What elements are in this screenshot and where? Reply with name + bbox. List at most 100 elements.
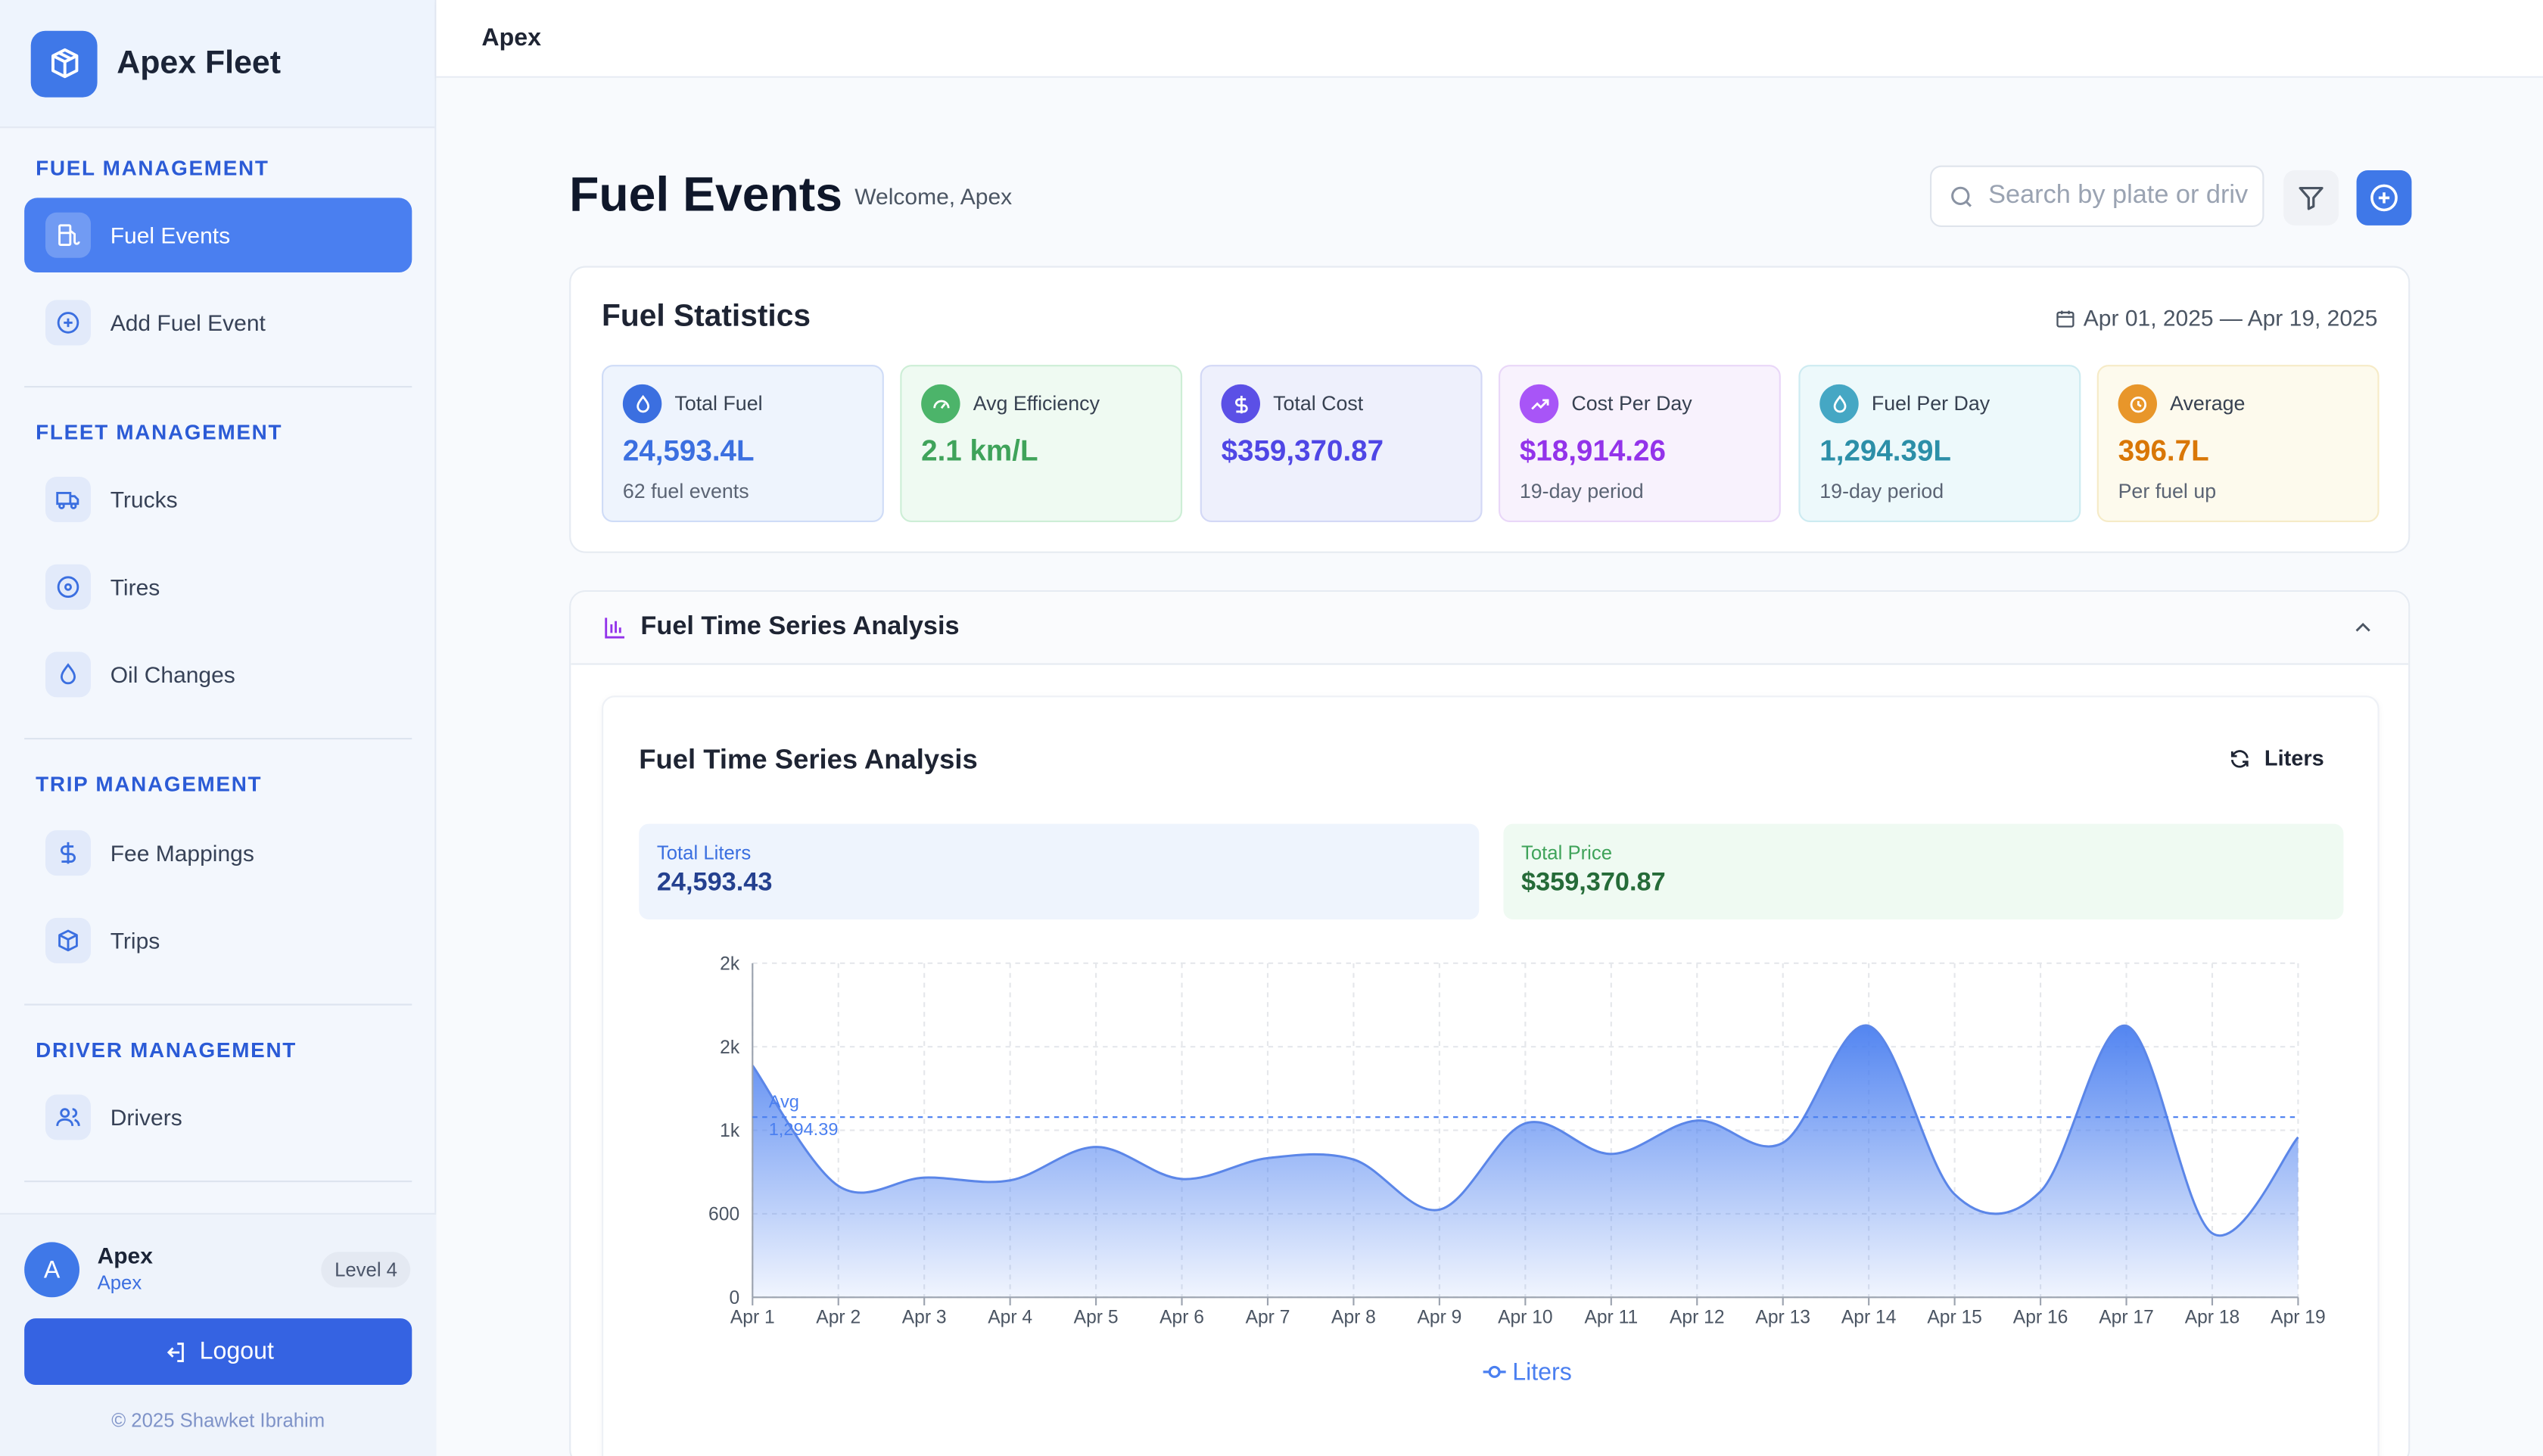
droplet-icon	[45, 652, 91, 698]
section-title: Fuel Time Series Analysis	[640, 613, 960, 641]
unit-toggle-label: Liters	[2264, 745, 2324, 770]
stat-value: $359,370.87	[1221, 434, 1384, 468]
x-tick-label: Apr 9	[1417, 1308, 1461, 1328]
filter-icon	[2299, 186, 2324, 210]
x-tick-label: Apr 16	[2013, 1308, 2068, 1328]
chart-title: Fuel Time Series Analysis	[639, 744, 978, 776]
total-price-label: Total Price	[1521, 842, 1613, 865]
stat-tile-total-cost: Total Cost $359,370.87	[1200, 365, 1483, 522]
average-value-label: 1,294.39	[769, 1119, 839, 1139]
trending-up-icon	[1519, 384, 1559, 424]
stat-tile-total-fuel: Total Fuel 24,593.4L 62 fuel events	[602, 365, 884, 522]
brand[interactable]: Apex Fleet	[0, 0, 435, 129]
search-box[interactable]	[1930, 165, 2264, 227]
sidebar-item-label: Trips	[110, 927, 160, 954]
copyright: © 2025 Shawket Ibrahim	[111, 1409, 325, 1433]
user-name: Apex	[97, 1242, 153, 1268]
plus-circle-icon	[2370, 184, 2398, 212]
droplet-icon	[1819, 384, 1859, 424]
unit-toggle-button[interactable]: Liters	[2229, 746, 2324, 770]
stat-value: 24,593.4L	[622, 434, 755, 468]
divider	[24, 1003, 412, 1006]
welcome-text: Welcome, Apex	[854, 183, 1013, 210]
droplet-icon	[622, 384, 662, 424]
gauge-icon	[921, 384, 960, 424]
disc-icon	[45, 564, 91, 610]
chevron-up-icon[interactable]	[2350, 614, 2376, 640]
search-input[interactable]	[1988, 182, 2248, 211]
fuel-pump-icon	[45, 212, 91, 258]
brand-name: Apex Fleet	[117, 44, 282, 81]
x-tick-label: Apr 6	[1159, 1308, 1204, 1328]
stat-label: Fuel Per Day	[1871, 392, 1991, 415]
date-range[interactable]: Apr 01, 2025 — Apr 19, 2025	[2054, 305, 2377, 331]
total-price-box: Total Price $359,370.87	[1503, 823, 2344, 919]
plus-circle-icon	[45, 300, 91, 346]
search-icon	[1951, 185, 1972, 207]
x-tick-label: Apr 10	[1498, 1308, 1553, 1328]
liters-area	[752, 1025, 2299, 1298]
divider	[24, 737, 412, 740]
sidebar-item-trucks[interactable]: Trucks	[24, 462, 412, 537]
y-tick-label: 2k	[720, 954, 740, 974]
x-tick-label: Apr 14	[1841, 1308, 1897, 1328]
x-tick-label: Apr 8	[1331, 1308, 1376, 1328]
truck-icon	[45, 477, 91, 522]
x-tick-label: Apr 15	[1927, 1308, 1982, 1328]
section-title-fleet-management: FLEET MANAGEMENT	[36, 420, 283, 445]
sidebar-item-fuel-events[interactable]: Fuel Events	[24, 198, 412, 272]
sidebar-item-fee-mappings[interactable]: Fee Mappings	[24, 816, 412, 891]
users-icon	[45, 1094, 91, 1140]
logout-button[interactable]: Logout	[24, 1318, 412, 1385]
user-panel: A Apex Apex Level 4 Logout © 2025 Shawke…	[0, 1212, 437, 1456]
add-fuel-event-button[interactable]	[2356, 170, 2412, 226]
stat-tile-avg-efficiency: Avg Efficiency 2.1 km/L	[900, 365, 1183, 522]
sidebar-item-tires[interactable]: Tires	[24, 549, 412, 624]
legend-label-liters: Liters	[1512, 1358, 1572, 1386]
sidebar-item-label: Trucks	[110, 486, 178, 513]
stat-value: 1,294.39L	[1819, 434, 1951, 468]
sidebar-item-label: Add Fuel Event	[110, 310, 266, 336]
x-tick-label: Apr 19	[2271, 1308, 2326, 1328]
x-tick-label: Apr 18	[2185, 1308, 2240, 1328]
stat-tile-cost-per-day: Cost Per Day $18,914.26 19-day period	[1498, 365, 1781, 522]
box-icon	[30, 30, 98, 97]
box-icon	[45, 917, 91, 963]
avatar[interactable]: A	[24, 1242, 80, 1298]
sidebar: Apex Fleet FUEL MANAGEMENT Fuel Events A…	[0, 0, 437, 1456]
clock-icon	[2118, 384, 2157, 424]
sidebar-item-add-fuel-event[interactable]: Add Fuel Event	[24, 285, 412, 360]
divider	[24, 385, 412, 388]
sidebar-item-trips[interactable]: Trips	[24, 904, 412, 978]
y-tick-label: 1k	[720, 1121, 740, 1141]
fuel-area-chart: 0 600 1k 2k 2k Apr 1 Apr 2 Apr 3 Apr 4 Apr 5 Apr 6…	[708, 954, 2326, 1386]
fuel-statistics-card: Fuel Statistics Apr 01, 2025 — Apr 19, 2…	[569, 266, 2411, 553]
stat-value: 396.7L	[2118, 434, 2209, 468]
total-liters-label: Total Liters	[656, 842, 752, 865]
level-badge: Level 4	[321, 1252, 411, 1288]
logout-label: Logout	[199, 1337, 275, 1366]
time-series-card: Fuel Time Series Analysis Fuel Time Seri…	[569, 590, 2411, 1456]
main-content: Fuel Events Welcome, Apex Fuel Statistic…	[436, 77, 2543, 1456]
y-tick-label: 0	[729, 1288, 739, 1308]
sidebar-item-label: Oil Changes	[110, 661, 235, 688]
time-series-header[interactable]: Fuel Time Series Analysis	[571, 592, 2409, 665]
calendar-icon	[2056, 310, 2074, 327]
stat-label: Avg Efficiency	[973, 392, 1100, 415]
sidebar-item-drivers[interactable]: Drivers	[24, 1080, 412, 1155]
stat-sub: 62 fuel events	[622, 480, 749, 503]
stats-title: Fuel Statistics	[602, 300, 811, 334]
sidebar-item-oil-changes[interactable]: Oil Changes	[24, 637, 412, 712]
refresh-icon	[2231, 749, 2249, 767]
stat-label: Total Fuel	[674, 392, 763, 415]
sidebar-item-label: Fuel Events	[110, 222, 231, 248]
x-tick-label: Apr 17	[2099, 1308, 2154, 1328]
filter-button[interactable]	[2283, 170, 2339, 226]
user-role: Apex	[97, 1271, 142, 1294]
divider	[24, 1181, 412, 1183]
y-tick-label: 600	[708, 1205, 739, 1225]
dollar-icon	[45, 830, 91, 876]
bar-chart-icon	[605, 618, 624, 639]
legend-dot-marker	[1488, 1365, 1501, 1378]
stat-sub: 19-day period	[1519, 480, 1644, 503]
